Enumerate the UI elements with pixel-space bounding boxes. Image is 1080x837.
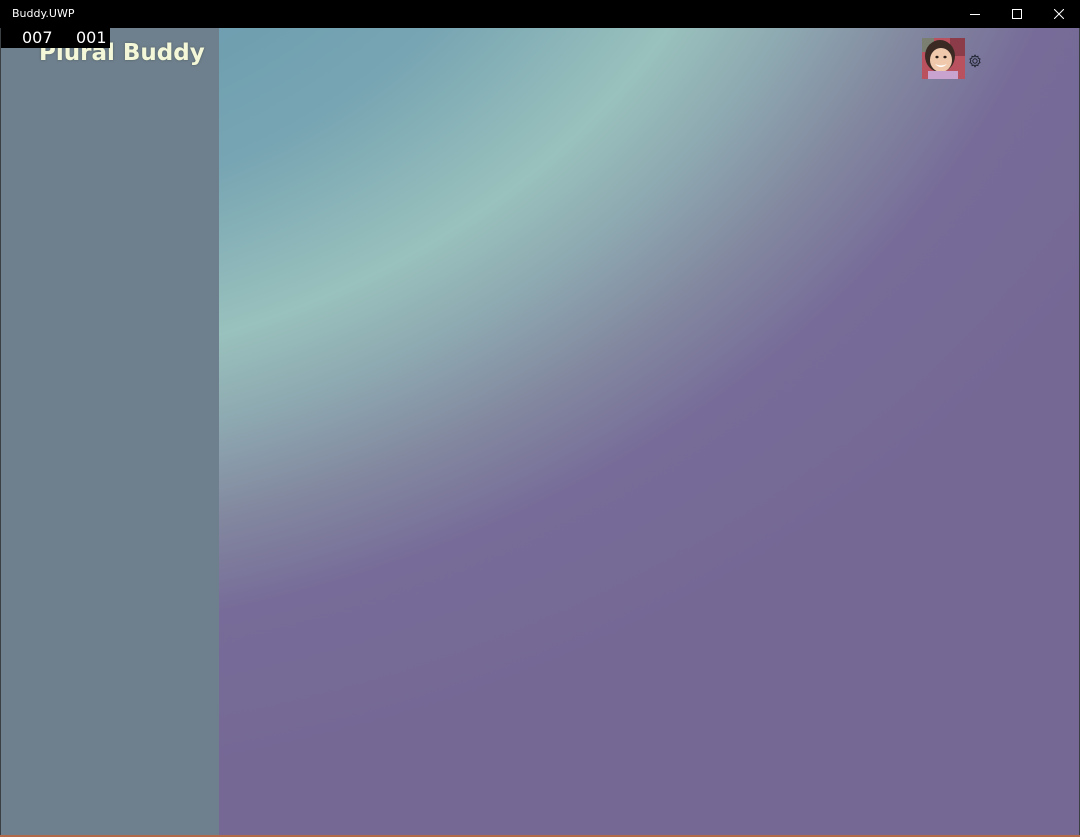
counter-left: 007 [22, 28, 53, 47]
maximize-button[interactable] [996, 0, 1038, 28]
main-content: Plural Buddy [0, 28, 1080, 835]
close-button[interactable] [1038, 0, 1080, 28]
minimize-button[interactable] [954, 0, 996, 28]
settings-button[interactable] [967, 53, 983, 69]
sidebar-pane: Plural Buddy [0, 28, 219, 835]
user-avatar[interactable] [922, 38, 965, 79]
minimize-icon [970, 14, 980, 15]
maximize-icon [1012, 9, 1022, 19]
app-window: Buddy.UWP Plural Buddy 007 001 [0, 0, 1080, 837]
counter-right: 001 [76, 28, 107, 47]
frame-counter-overlay: 007 001 [0, 28, 110, 48]
close-icon [1054, 9, 1064, 19]
title-bar[interactable]: Buddy.UWP [0, 0, 1080, 28]
window-title: Buddy.UWP [12, 7, 75, 20]
window-border-left [0, 28, 1, 835]
gear-icon [969, 54, 981, 68]
avatar-photo-icon [922, 38, 965, 79]
